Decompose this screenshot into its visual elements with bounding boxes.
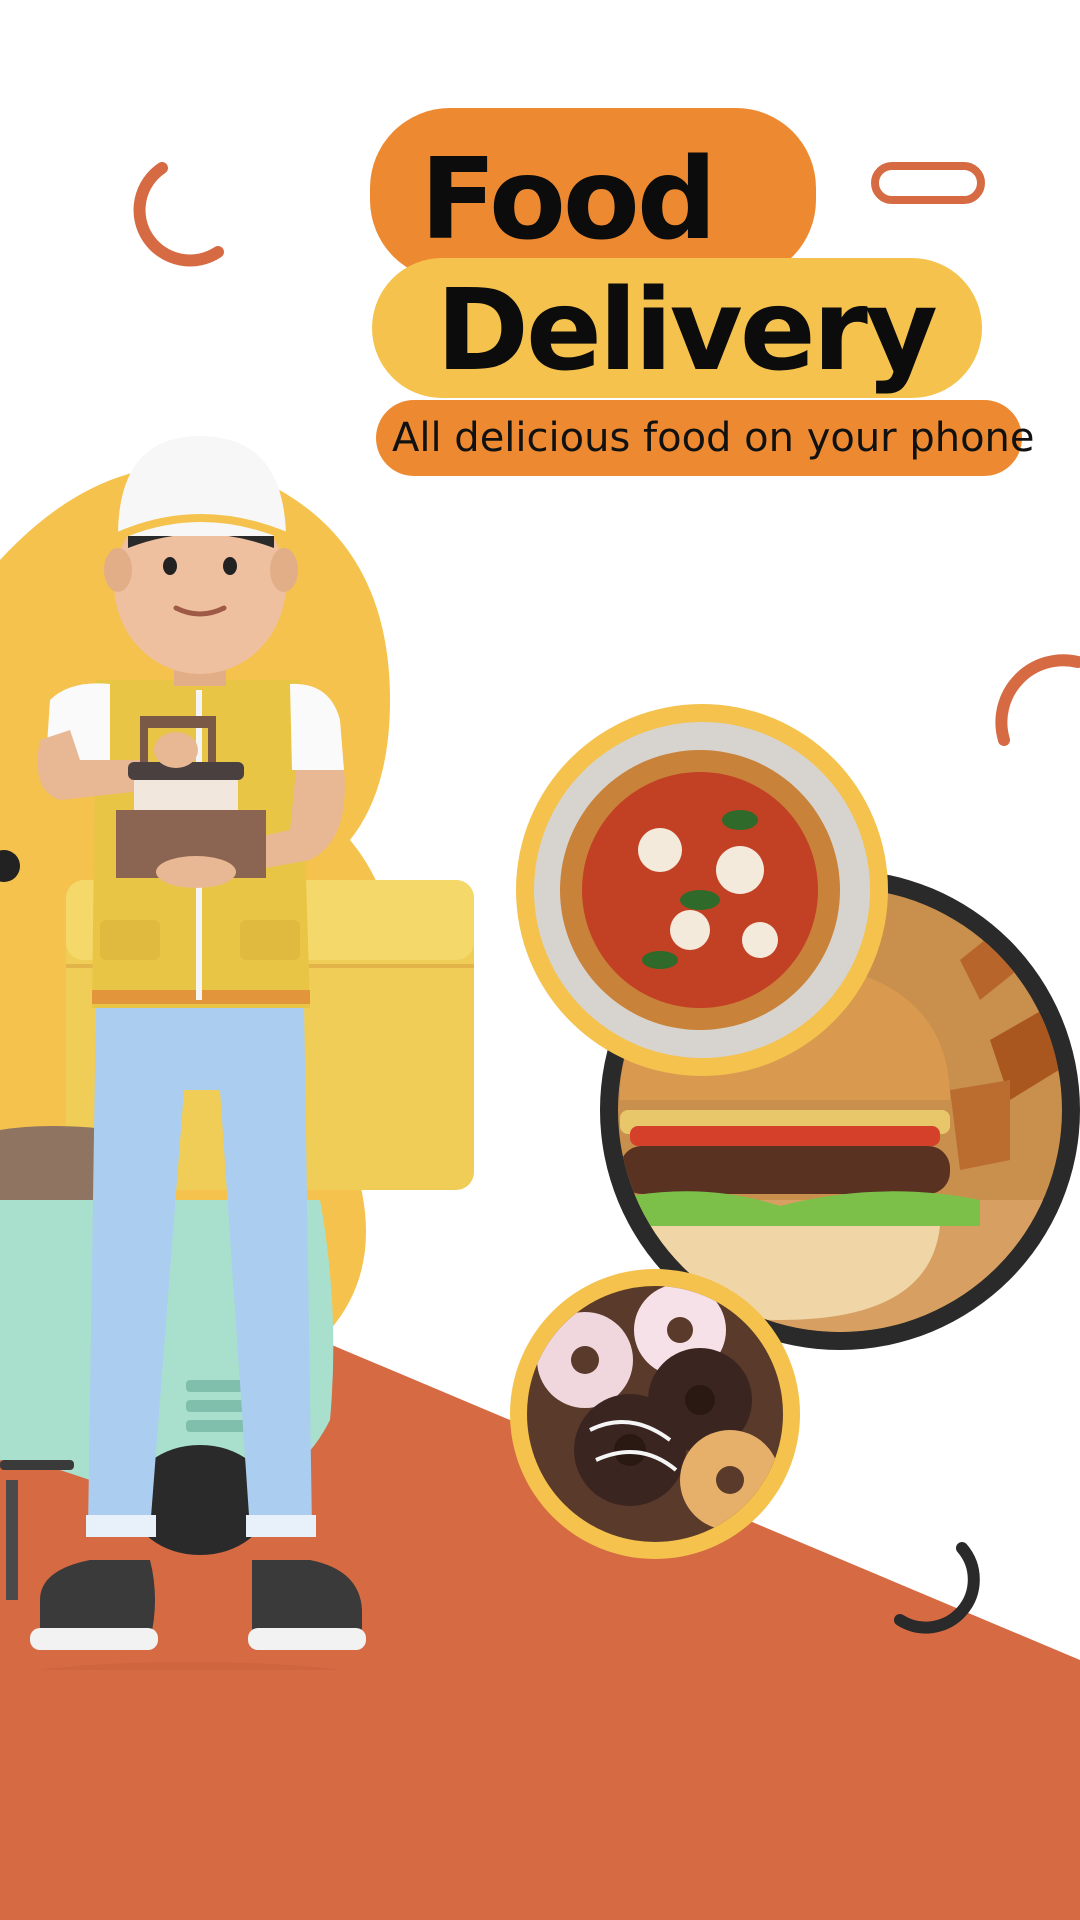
food-collage bbox=[510, 704, 1080, 1559]
right-sleeve bbox=[290, 683, 344, 770]
tagline: All delicious food on your phone bbox=[392, 415, 1035, 461]
page-title-line1: Food bbox=[420, 135, 717, 265]
top-right-pill-outline bbox=[871, 162, 985, 204]
top-left-arc bbox=[133, 162, 224, 267]
delivery-man-illustration bbox=[0, 436, 474, 1670]
scooter-mirror bbox=[0, 850, 20, 882]
page-title-line2: Delivery bbox=[436, 266, 938, 396]
